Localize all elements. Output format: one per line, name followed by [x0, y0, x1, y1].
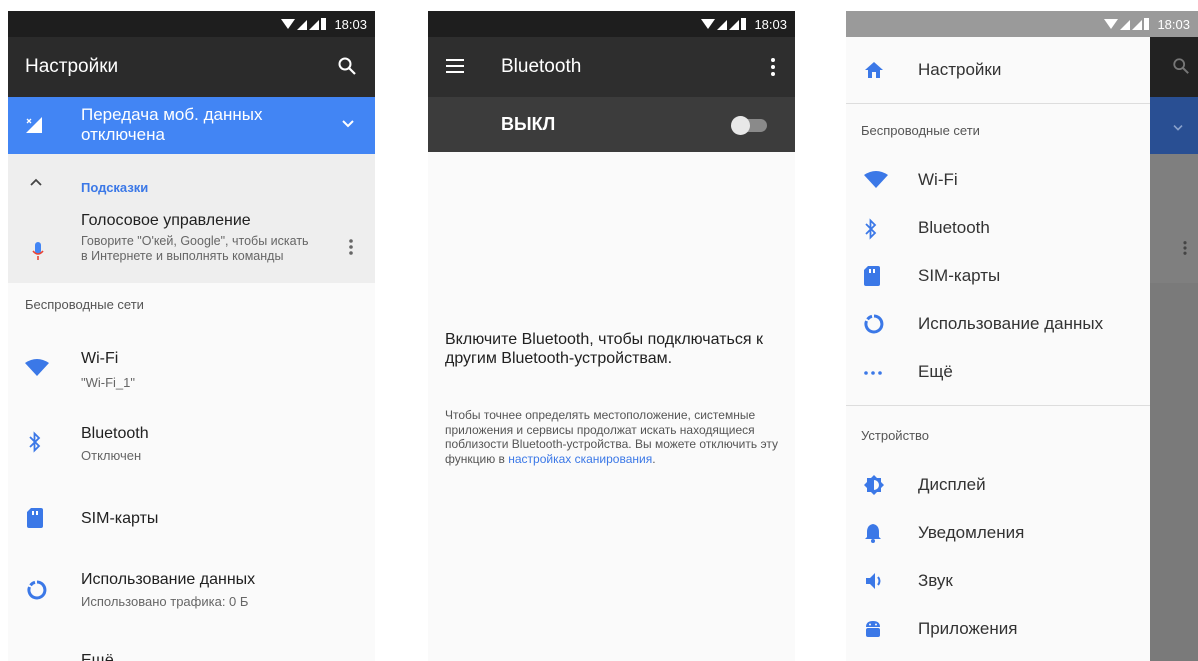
drawer-item-more[interactable]: Ещё	[846, 352, 1150, 392]
item-title: Ещё	[81, 652, 114, 661]
list-item-wifi[interactable]: Wi-Fi "Wi-Fi_1"	[8, 347, 375, 397]
home-icon	[864, 60, 884, 80]
section-device: Устройство	[861, 428, 930, 443]
item-title: Использование данных	[81, 571, 256, 588]
bluetooth-icon	[864, 218, 884, 240]
signal-icons	[280, 17, 327, 31]
drawer-item-apps[interactable]: Приложения	[846, 609, 1150, 649]
list-item-more[interactable]: Ещё	[8, 648, 375, 661]
settings-screen: 18:03 Настройки Передача моб. данных отк…	[8, 11, 375, 661]
data-usage-icon	[864, 314, 884, 334]
drawer-title: Настройки	[918, 60, 1002, 79]
drawer-item-wifi[interactable]: Wi-Fi	[846, 160, 1150, 200]
page-title: Настройки	[25, 56, 119, 77]
drawer-item-label: Звук	[918, 571, 953, 590]
status-time: 18:03	[1157, 16, 1190, 32]
item-subtitle: Отключен	[81, 448, 142, 463]
drawer-item-label: Приложения	[918, 619, 1018, 638]
bluetooth-screen: 18:03 Bluetooth ВЫКЛ Включите Bluetooth,…	[428, 11, 795, 661]
wifi-icon	[25, 358, 49, 381]
chevron-down-icon	[1172, 119, 1184, 137]
item-title: Bluetooth	[81, 425, 149, 442]
item-subtitle: Использовано трафика: 0 Б	[81, 594, 249, 609]
drawer-item-label: Уведомления	[918, 523, 1025, 542]
bluetooth-message: Включите Bluetooth, чтобы подключаться к…	[445, 331, 763, 367]
drawer-item-notifications[interactable]: Уведомления	[846, 513, 1150, 553]
app-bar: Bluetooth	[428, 37, 795, 97]
drawer-item-sound[interactable]: Звук	[846, 561, 1150, 601]
bluetooth-switch[interactable]	[731, 116, 767, 135]
microphone-icon	[32, 242, 44, 267]
drawer-item-bluetooth[interactable]: Bluetooth	[846, 208, 1150, 248]
settings-drawer-screen: 18:03 Настройки Беспроводные сети Wi-Fi …	[846, 11, 1198, 661]
scrim-overlay[interactable]	[1150, 37, 1198, 661]
mobile-data-banner[interactable]: Передача моб. данных отключена	[8, 97, 375, 154]
signal-icons	[700, 17, 747, 31]
banner-text: Передача моб. данных отключена	[81, 105, 263, 144]
section-wireless: Беспроводные сети	[25, 297, 144, 312]
app-bar: Настройки	[8, 37, 375, 97]
drawer-item-sim[interactable]: SIM-карты	[846, 256, 1150, 296]
list-item-bluetooth[interactable]: Bluetooth Отключен	[8, 422, 375, 472]
bell-icon	[864, 523, 884, 543]
chevron-down-icon[interactable]	[341, 113, 355, 134]
divider	[846, 405, 1150, 406]
drawer-item-label: Ещё	[918, 362, 953, 381]
list-item-sim[interactable]: SIM-карты	[8, 501, 375, 541]
sim-card-icon	[27, 508, 43, 533]
volume-icon	[864, 571, 884, 591]
menu-icon[interactable]	[446, 59, 464, 78]
status-time: 18:03	[334, 16, 367, 32]
hints-header: Подсказки	[81, 180, 149, 195]
status-bar: 18:03	[846, 11, 1198, 37]
mobile-data-off-icon	[26, 117, 42, 133]
details-suffix: .	[652, 451, 656, 466]
divider	[846, 103, 1150, 104]
item-subtitle: "Wi-Fi_1"	[81, 375, 136, 390]
list-item-data-usage[interactable]: Использование данных Использовано трафик…	[8, 568, 375, 618]
item-title: Wi-Fi	[81, 350, 119, 367]
drawer-item-label: Использование данных	[918, 314, 1104, 333]
hints-card: Подсказки Голосовое управление Говорите …	[8, 154, 375, 283]
more-icon	[864, 362, 884, 382]
dimmed-hints	[1150, 154, 1198, 283]
hint-text: Говорите "О'кей, Google", чтобы искать в…	[81, 234, 309, 263]
item-title: SIM-карты	[81, 510, 159, 527]
status-time: 18:03	[754, 16, 787, 32]
android-icon	[864, 619, 884, 639]
more-options-icon[interactable]	[349, 239, 353, 260]
bluetooth-details: Чтобы точнее определять местоположение, …	[445, 408, 785, 466]
status-bar: 18:03	[8, 11, 375, 37]
status-bar: 18:03	[428, 11, 795, 37]
bluetooth-toggle-bar[interactable]: ВЫКЛ	[428, 97, 795, 152]
hint-title[interactable]: Голосовое управление	[81, 212, 251, 230]
drawer-item-label: Bluetooth	[918, 218, 990, 237]
bluetooth-icon	[28, 431, 42, 458]
scan-settings-link[interactable]: настройках сканирования	[508, 452, 652, 466]
brightness-icon	[864, 475, 884, 495]
drawer-item-label: SIM-карты	[918, 266, 1001, 285]
toggle-label: ВЫКЛ	[501, 114, 556, 134]
drawer-item-display[interactable]: Дисплей	[846, 465, 1150, 505]
data-usage-icon	[27, 580, 47, 605]
chevron-up-icon[interactable]	[30, 174, 42, 190]
search-icon[interactable]	[337, 56, 357, 81]
wifi-icon	[864, 170, 888, 190]
more-options-icon	[1183, 241, 1187, 260]
sim-card-icon	[864, 266, 884, 286]
drawer-item-data-usage[interactable]: Использование данных	[846, 304, 1150, 344]
drawer-item-settings[interactable]: Настройки	[846, 50, 1150, 90]
signal-icons	[1103, 17, 1150, 31]
navigation-drawer: Настройки Беспроводные сети Wi-Fi Blueto…	[846, 37, 1150, 661]
dimmed-banner	[1150, 97, 1198, 154]
switch-knob	[731, 116, 750, 135]
dimmed-app-bar	[1150, 37, 1198, 97]
page-title: Bluetooth	[501, 56, 582, 77]
more-options-icon[interactable]	[771, 58, 775, 81]
drawer-item-label: Wi-Fi	[918, 170, 958, 189]
section-wireless: Беспроводные сети	[861, 123, 980, 138]
search-icon	[1172, 57, 1190, 80]
drawer-item-label: Дисплей	[918, 475, 986, 494]
